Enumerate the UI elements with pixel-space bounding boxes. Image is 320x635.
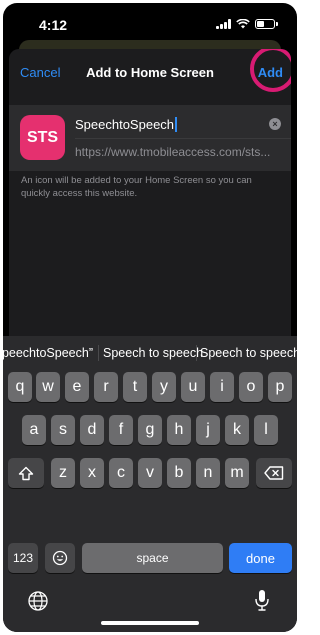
backspace-key[interactable]: [256, 458, 292, 488]
key-x[interactable]: x: [80, 458, 104, 488]
wifi-icon: [236, 19, 250, 29]
key-c[interactable]: c: [109, 458, 133, 488]
emoji-icon: [52, 550, 68, 566]
globe-icon[interactable]: [27, 590, 49, 612]
status-time: 4:12: [39, 17, 68, 33]
signal-icon: [216, 19, 231, 29]
emoji-key[interactable]: [45, 543, 75, 573]
status-icons: [216, 19, 278, 29]
app-icon: STS: [20, 115, 65, 160]
name-input[interactable]: SpeechtoSpeech: [75, 113, 275, 135]
key-i[interactable]: i: [210, 372, 234, 402]
key-row-4: 123 space done: [3, 543, 297, 573]
suggestion-3[interactable]: Speech to speeches: [200, 346, 297, 360]
suggestion-1[interactable]: “SpeechtoSpeech”: [3, 346, 93, 360]
clear-text-icon[interactable]: ×: [269, 118, 281, 130]
key-j[interactable]: j: [196, 415, 220, 445]
key-p[interactable]: p: [268, 372, 292, 402]
space-key[interactable]: space: [82, 543, 223, 573]
key-r[interactable]: r: [94, 372, 118, 402]
shift-key[interactable]: [8, 458, 44, 488]
key-y[interactable]: y: [152, 372, 176, 402]
key-k[interactable]: k: [225, 415, 249, 445]
key-o[interactable]: o: [239, 372, 263, 402]
key-f[interactable]: f: [109, 415, 133, 445]
key-s[interactable]: s: [51, 415, 75, 445]
key-d[interactable]: d: [80, 415, 104, 445]
sheet-nav-bar: Cancel Add to Home Screen Add: [9, 49, 291, 97]
home-indicator[interactable]: [101, 621, 199, 625]
key-u[interactable]: u: [181, 372, 205, 402]
keyboard: “SpeechtoSpeech” Speech to speech Speech…: [3, 336, 297, 632]
add-button[interactable]: Add: [258, 65, 283, 80]
hint-text: An icon will be added to your Home Scree…: [21, 175, 252, 199]
key-row-1: q w e r t y u i o p: [3, 372, 297, 402]
keyboard-bottom-bar: [3, 586, 297, 616]
sheet-title: Add to Home Screen: [86, 65, 214, 80]
suggestion-2[interactable]: Speech to speech: [103, 346, 203, 360]
key-row-3: z x c v b n m: [3, 458, 297, 488]
key-v[interactable]: v: [138, 458, 162, 488]
shift-icon: [18, 466, 34, 480]
backspace-icon: [264, 466, 284, 480]
battery-icon: [255, 19, 278, 29]
key-b[interactable]: b: [167, 458, 191, 488]
url-text: https://www.tmobileaccess.com/sts...: [75, 145, 271, 159]
name-input-value: SpeechtoSpeech: [75, 116, 175, 132]
key-h[interactable]: h: [167, 415, 191, 445]
divider: [75, 138, 291, 139]
key-row-2: a s d f g h j k l: [3, 415, 297, 445]
key-w[interactable]: w: [36, 372, 60, 402]
key-e[interactable]: e: [65, 372, 89, 402]
done-key[interactable]: done: [229, 543, 292, 573]
key-z[interactable]: z: [51, 458, 75, 488]
key-n[interactable]: n: [196, 458, 220, 488]
key-m[interactable]: m: [225, 458, 249, 488]
key-l[interactable]: l: [254, 415, 278, 445]
key-a[interactable]: a: [22, 415, 46, 445]
key-q[interactable]: q: [8, 372, 32, 402]
phone-screen: 4:12 Cancel Add to Home Screen Add STS S…: [3, 3, 297, 632]
suggestion-bar: “SpeechtoSpeech” Speech to speech Speech…: [3, 336, 297, 368]
text-caret: [175, 116, 177, 132]
microphone-icon[interactable]: [254, 589, 270, 613]
key-g[interactable]: g: [138, 415, 162, 445]
numbers-key[interactable]: 123: [8, 543, 38, 573]
status-bar: 4:12: [3, 3, 297, 43]
app-icon-label: STS: [26, 128, 59, 146]
bookmark-card: STS SpeechtoSpeech × https://www.tmobile…: [9, 105, 291, 171]
key-t[interactable]: t: [123, 372, 147, 402]
